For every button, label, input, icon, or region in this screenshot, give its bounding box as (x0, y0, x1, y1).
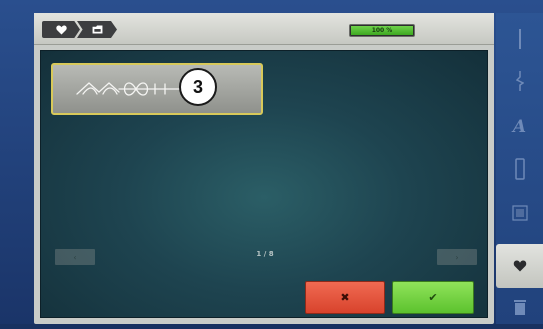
progress-label: 100 % (371, 27, 393, 34)
zigzag-stitch-icon (515, 71, 524, 95)
check-icon: ✔ (428, 291, 438, 304)
heart-icon (55, 24, 67, 35)
callout-number: 3 (179, 68, 217, 106)
heart-icon (513, 257, 527, 276)
sidebar-item-personal-program[interactable] (496, 244, 543, 288)
breadcrumb-folder[interactable] (77, 21, 117, 38)
folder-icon (92, 25, 103, 34)
breadcrumb-heart[interactable] (42, 21, 80, 38)
next-page-button[interactable]: › (437, 249, 477, 265)
decorative-stitch-pattern-icon (75, 78, 185, 100)
bottom-bezel (0, 324, 543, 329)
alphabet-icon: A (512, 117, 527, 137)
sidebar-item-alphabet[interactable]: A (496, 107, 543, 147)
line-stitch-icon (518, 29, 522, 53)
buttonhole-icon (514, 158, 525, 184)
stitch-content-area: 3 ‹ 1 / 8 › ✖ ✔ (40, 50, 488, 318)
close-icon: ✖ (340, 291, 350, 304)
main-screen: 100 % 3 ‹ 1 / 8 › ✖ ✔ (34, 13, 494, 324)
previous-page-button[interactable]: ‹ (55, 249, 95, 265)
quilt-stitch-icon (511, 205, 528, 225)
progress-fill: 100 % (351, 26, 413, 35)
trash-icon (513, 299, 526, 319)
sidebar-item-buttonhole[interactable] (496, 151, 543, 191)
sidebar-item-delete[interactable] (496, 289, 543, 329)
cancel-button[interactable]: ✖ (305, 281, 385, 314)
sidebar-item-zigzag-stitch[interactable] (496, 63, 543, 103)
confirm-button[interactable]: ✔ (392, 281, 474, 314)
page-indicator: 1 / 8 (256, 250, 274, 258)
progress-indicator: 100 % (349, 24, 415, 37)
right-tool-panel: A (496, 13, 543, 324)
sidebar-item-line-stitch[interactable] (496, 21, 543, 61)
sidebar-item-quilt-stitch[interactable] (496, 195, 543, 235)
top-bar: 100 % (34, 13, 494, 45)
stitch-pattern-tile[interactable] (51, 63, 263, 115)
